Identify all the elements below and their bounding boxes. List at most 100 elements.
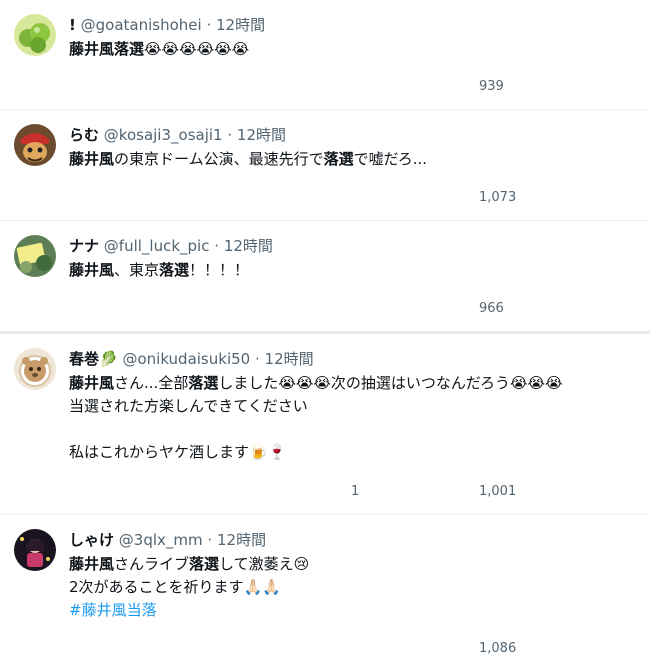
views-icon <box>453 187 473 207</box>
highlighted-term: 落選 <box>323 150 354 168</box>
tweet-line: 2次があることを祈ります🙏🏻🙏🏻 <box>69 576 629 599</box>
views-button[interactable]: 966 <box>453 298 504 318</box>
retweet-button[interactable] <box>197 638 223 658</box>
retweet-icon <box>197 481 217 501</box>
separator-dot: · <box>207 531 213 549</box>
reply-icon <box>69 187 89 207</box>
like-button[interactable]: 1 <box>325 481 359 501</box>
retweet-button[interactable] <box>197 187 223 207</box>
bookmark-button[interactable] <box>581 481 601 501</box>
views-icon <box>453 298 473 318</box>
user-handle[interactable]: @kosaji3_osaji1 <box>104 126 223 144</box>
avatar[interactable] <box>14 348 56 390</box>
more-options-icon[interactable] <box>614 13 636 35</box>
avatar[interactable] <box>14 124 56 166</box>
bookmark-button[interactable] <box>581 298 601 318</box>
hashtag-link[interactable]: #藤井風当落 <box>69 601 157 619</box>
more-options-icon[interactable] <box>614 528 636 550</box>
user-handle[interactable]: @full_luck_pic <box>104 237 210 255</box>
more-options-icon[interactable] <box>614 347 636 369</box>
views-button[interactable]: 1,073 <box>453 187 516 207</box>
tweet-header: ナナ @full_luck_pic · 12時間 <box>69 235 273 257</box>
more-options-icon[interactable] <box>614 234 636 256</box>
avatar[interactable] <box>14 235 56 277</box>
separator-dot: · <box>227 126 233 144</box>
share-button[interactable] <box>617 187 637 207</box>
tweet[interactable]: しゃけ @3qlx_mm · 12時間 藤井風さんライブ落選して激萎え😢 2次があ… <box>0 515 650 667</box>
tweet-text-segment: さんライブ <box>114 555 190 573</box>
user-handle[interactable]: @onikudaisuki50 <box>122 350 250 368</box>
reply-icon <box>69 481 89 501</box>
tweet-text: 藤井風の東京ドーム公演、最速先行で落選で嘘だろ... <box>69 148 629 171</box>
tweet-text-segment: 私はこれからヤケ酒します🍺🍷 <box>69 443 287 461</box>
tweet-header: ! @goatanishohei · 12時間 <box>69 14 265 36</box>
grok-icon[interactable] <box>586 13 608 35</box>
like-icon <box>325 298 345 318</box>
like-icon <box>325 638 345 658</box>
tweet-header: しゃけ @3qlx_mm · 12時間 <box>69 529 266 551</box>
user-handle[interactable]: @goatanishohei <box>81 16 202 34</box>
bookmark-button[interactable] <box>581 76 601 96</box>
tweet[interactable]: ナナ @full_luck_pic · 12時間 藤井風、東京落選！！！！ 96… <box>0 221 650 331</box>
tweet-text-segment: ！！！！ <box>189 261 250 279</box>
retweet-button[interactable] <box>197 76 223 96</box>
tweet-line: 当選された方楽しんできてください <box>69 395 629 418</box>
display-name[interactable]: らむ <box>69 126 99 144</box>
retweet-button[interactable] <box>197 481 223 501</box>
bookmark-button[interactable] <box>581 638 601 658</box>
more-options-icon[interactable] <box>614 123 636 145</box>
highlighted-term: 藤井風落選 <box>69 40 145 58</box>
tweet-text: 藤井風、東京落選！！！！ <box>69 259 629 282</box>
highlighted-term: 藤井風 <box>69 555 115 573</box>
tweet-text-segment: の東京ドーム公演、最速先行で <box>114 150 324 168</box>
views-button[interactable]: 939 <box>453 76 504 96</box>
timestamp[interactable]: 12時間 <box>216 16 265 34</box>
reply-button[interactable] <box>69 76 95 96</box>
tweet-line <box>69 418 629 441</box>
like-button[interactable] <box>325 638 351 658</box>
highlighted-term: 落選 <box>189 555 220 573</box>
views-button[interactable]: 1,086 <box>453 638 516 658</box>
reply-button[interactable] <box>69 298 95 318</box>
share-icon <box>617 638 637 658</box>
grok-icon[interactable] <box>586 234 608 256</box>
display-name[interactable]: ! <box>69 16 76 34</box>
separator-dot: · <box>254 350 260 368</box>
share-button[interactable] <box>617 298 637 318</box>
user-handle[interactable]: @3qlx_mm <box>119 531 203 549</box>
reply-button[interactable] <box>69 481 95 501</box>
tweet-actions: 1,086 <box>69 638 639 658</box>
display-name[interactable]: しゃけ <box>69 531 114 549</box>
avatar[interactable] <box>14 529 56 571</box>
grok-icon[interactable] <box>586 123 608 145</box>
share-button[interactable] <box>617 76 637 96</box>
views-button[interactable]: 1,001 <box>453 481 516 501</box>
grok-icon[interactable] <box>586 347 608 369</box>
display-name[interactable]: 春巻🥬 <box>69 350 118 368</box>
retweet-button[interactable] <box>197 298 223 318</box>
timestamp[interactable]: 12時間 <box>224 237 273 255</box>
timestamp[interactable]: 12時間 <box>237 126 286 144</box>
tweet[interactable]: 春巻🥬 @onikudaisuki50 · 12時間 藤井風さん...全部落選し… <box>0 334 650 514</box>
tweet[interactable]: らむ @kosaji3_osaji1 · 12時間 藤井風の東京ドーム公演、最速… <box>0 110 650 220</box>
like-button[interactable] <box>325 298 351 318</box>
tweet-line: 藤井風の東京ドーム公演、最速先行で落選で嘘だろ... <box>69 148 629 171</box>
like-button[interactable] <box>325 76 351 96</box>
reply-button[interactable] <box>69 638 95 658</box>
tweet-text-segment: しました😭😭😭次の抽選はいつなんだろう😭😭😭 <box>218 374 563 392</box>
timestamp[interactable]: 12時間 <box>217 531 266 549</box>
share-button[interactable] <box>617 481 637 501</box>
views-icon <box>453 76 473 96</box>
timestamp[interactable]: 12時間 <box>265 350 314 368</box>
reply-icon <box>69 638 89 658</box>
share-icon <box>617 298 637 318</box>
bookmark-icon <box>581 187 601 207</box>
avatar[interactable] <box>14 14 56 56</box>
reply-button[interactable] <box>69 187 95 207</box>
like-button[interactable] <box>325 187 351 207</box>
share-button[interactable] <box>617 638 637 658</box>
display-name[interactable]: ナナ <box>69 237 99 255</box>
tweet[interactable]: ! @goatanishohei · 12時間 藤井風落選😭😭😭😭😭😭 939 <box>0 0 650 109</box>
grok-icon[interactable] <box>586 528 608 550</box>
bookmark-button[interactable] <box>581 187 601 207</box>
